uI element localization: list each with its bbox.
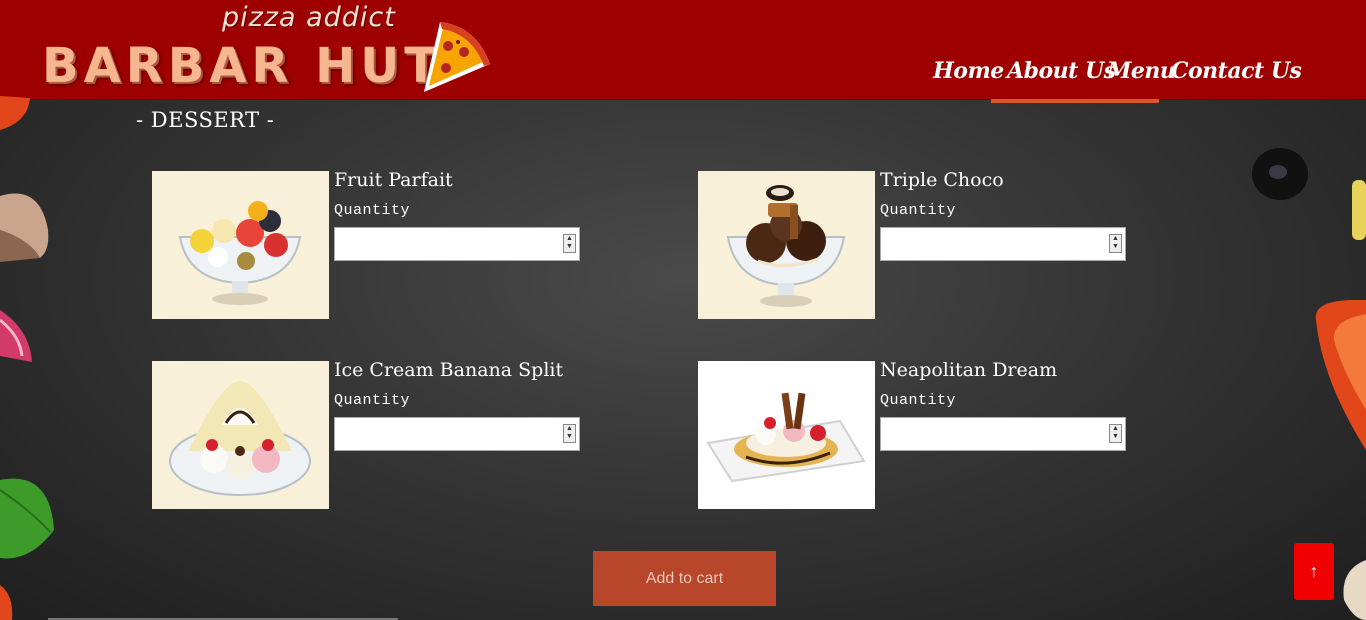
- mushroom-decoration-icon: [0, 193, 49, 262]
- quantity-input[interactable]: [880, 227, 1126, 261]
- quantity-spinner[interactable]: ▲ ▼: [1109, 234, 1122, 253]
- section-title: - DESSERT -: [136, 108, 275, 132]
- product-image: [698, 171, 875, 319]
- nav-about-us[interactable]: About Us: [1007, 58, 1116, 84]
- spinner-down-icon[interactable]: ▼: [1110, 433, 1121, 441]
- quantity-input[interactable]: [334, 227, 580, 261]
- product-card: Neapolitan Dream Quantity ▲ ▼: [698, 359, 1158, 511]
- triple-choco-image: [726, 185, 846, 307]
- spinner-down-icon[interactable]: ▼: [564, 243, 575, 251]
- spinner-down-icon[interactable]: ▼: [564, 433, 575, 441]
- quantity-input[interactable]: [334, 417, 580, 451]
- nav-menu[interactable]: Menu: [1107, 58, 1176, 84]
- tomato-decoration-icon: [1315, 300, 1366, 450]
- quantity-spinner[interactable]: ▲ ▼: [563, 424, 576, 443]
- product-card: Triple Choco Quantity ▲ ▼: [698, 169, 1158, 321]
- site-header: pizza addict BARBAR HUT Home About Us Me…: [0, 0, 1366, 100]
- quantity-spinner[interactable]: ▲ ▼: [563, 234, 576, 253]
- spinner-up-icon[interactable]: ▲: [564, 425, 575, 433]
- nav-contact-us[interactable]: Contact Us: [1171, 58, 1302, 84]
- pizza-slice-icon: [424, 22, 490, 92]
- olive-decoration-icon: [1252, 148, 1308, 200]
- banana-split-image: [169, 381, 311, 496]
- onion-decoration-icon: [0, 310, 32, 362]
- cheese-decoration-icon: [1352, 180, 1366, 240]
- quantity-label: Quantity: [334, 392, 411, 409]
- spinner-up-icon[interactable]: ▲: [1110, 425, 1121, 433]
- active-nav-indicator: [991, 99, 1159, 103]
- neapolitan-dream-image: [706, 392, 866, 483]
- fruit-parfait-image: [178, 201, 302, 305]
- product-name: Triple Choco: [880, 169, 1004, 191]
- tomato-decoration-icon: [0, 585, 13, 620]
- quantity-input[interactable]: [880, 417, 1126, 451]
- spinner-up-icon[interactable]: ▲: [1110, 235, 1121, 243]
- brand-logo-text[interactable]: BARBAR HUT: [42, 38, 442, 94]
- product-name: Fruit Parfait: [334, 169, 453, 191]
- basil-leaf-decoration-icon: [0, 478, 54, 559]
- product-name: Neapolitan Dream: [880, 359, 1058, 381]
- add-to-cart-button[interactable]: Add to cart: [593, 551, 776, 606]
- product-image: [152, 361, 329, 509]
- product-card: Ice Cream Banana Split Quantity ▲ ▼: [152, 359, 612, 511]
- quantity-label: Quantity: [880, 392, 957, 409]
- tagline: pizza addict: [222, 2, 396, 33]
- product-card: Fruit Parfait Quantity ▲ ▼: [152, 169, 612, 321]
- quantity-label: Quantity: [334, 202, 411, 219]
- quantity-spinner[interactable]: ▲ ▼: [1109, 424, 1122, 443]
- spinner-down-icon[interactable]: ▼: [1110, 243, 1121, 251]
- product-image: [698, 361, 875, 509]
- back-to-top-button[interactable]: ↑: [1294, 543, 1334, 600]
- product-name: Ice Cream Banana Split: [334, 359, 564, 381]
- quantity-label: Quantity: [880, 202, 957, 219]
- nav-home[interactable]: Home: [933, 58, 1004, 84]
- tomato-decoration-icon: [0, 96, 30, 130]
- spinner-up-icon[interactable]: ▲: [564, 235, 575, 243]
- product-image: [152, 171, 329, 319]
- mushroom-decoration-icon: [1343, 560, 1366, 620]
